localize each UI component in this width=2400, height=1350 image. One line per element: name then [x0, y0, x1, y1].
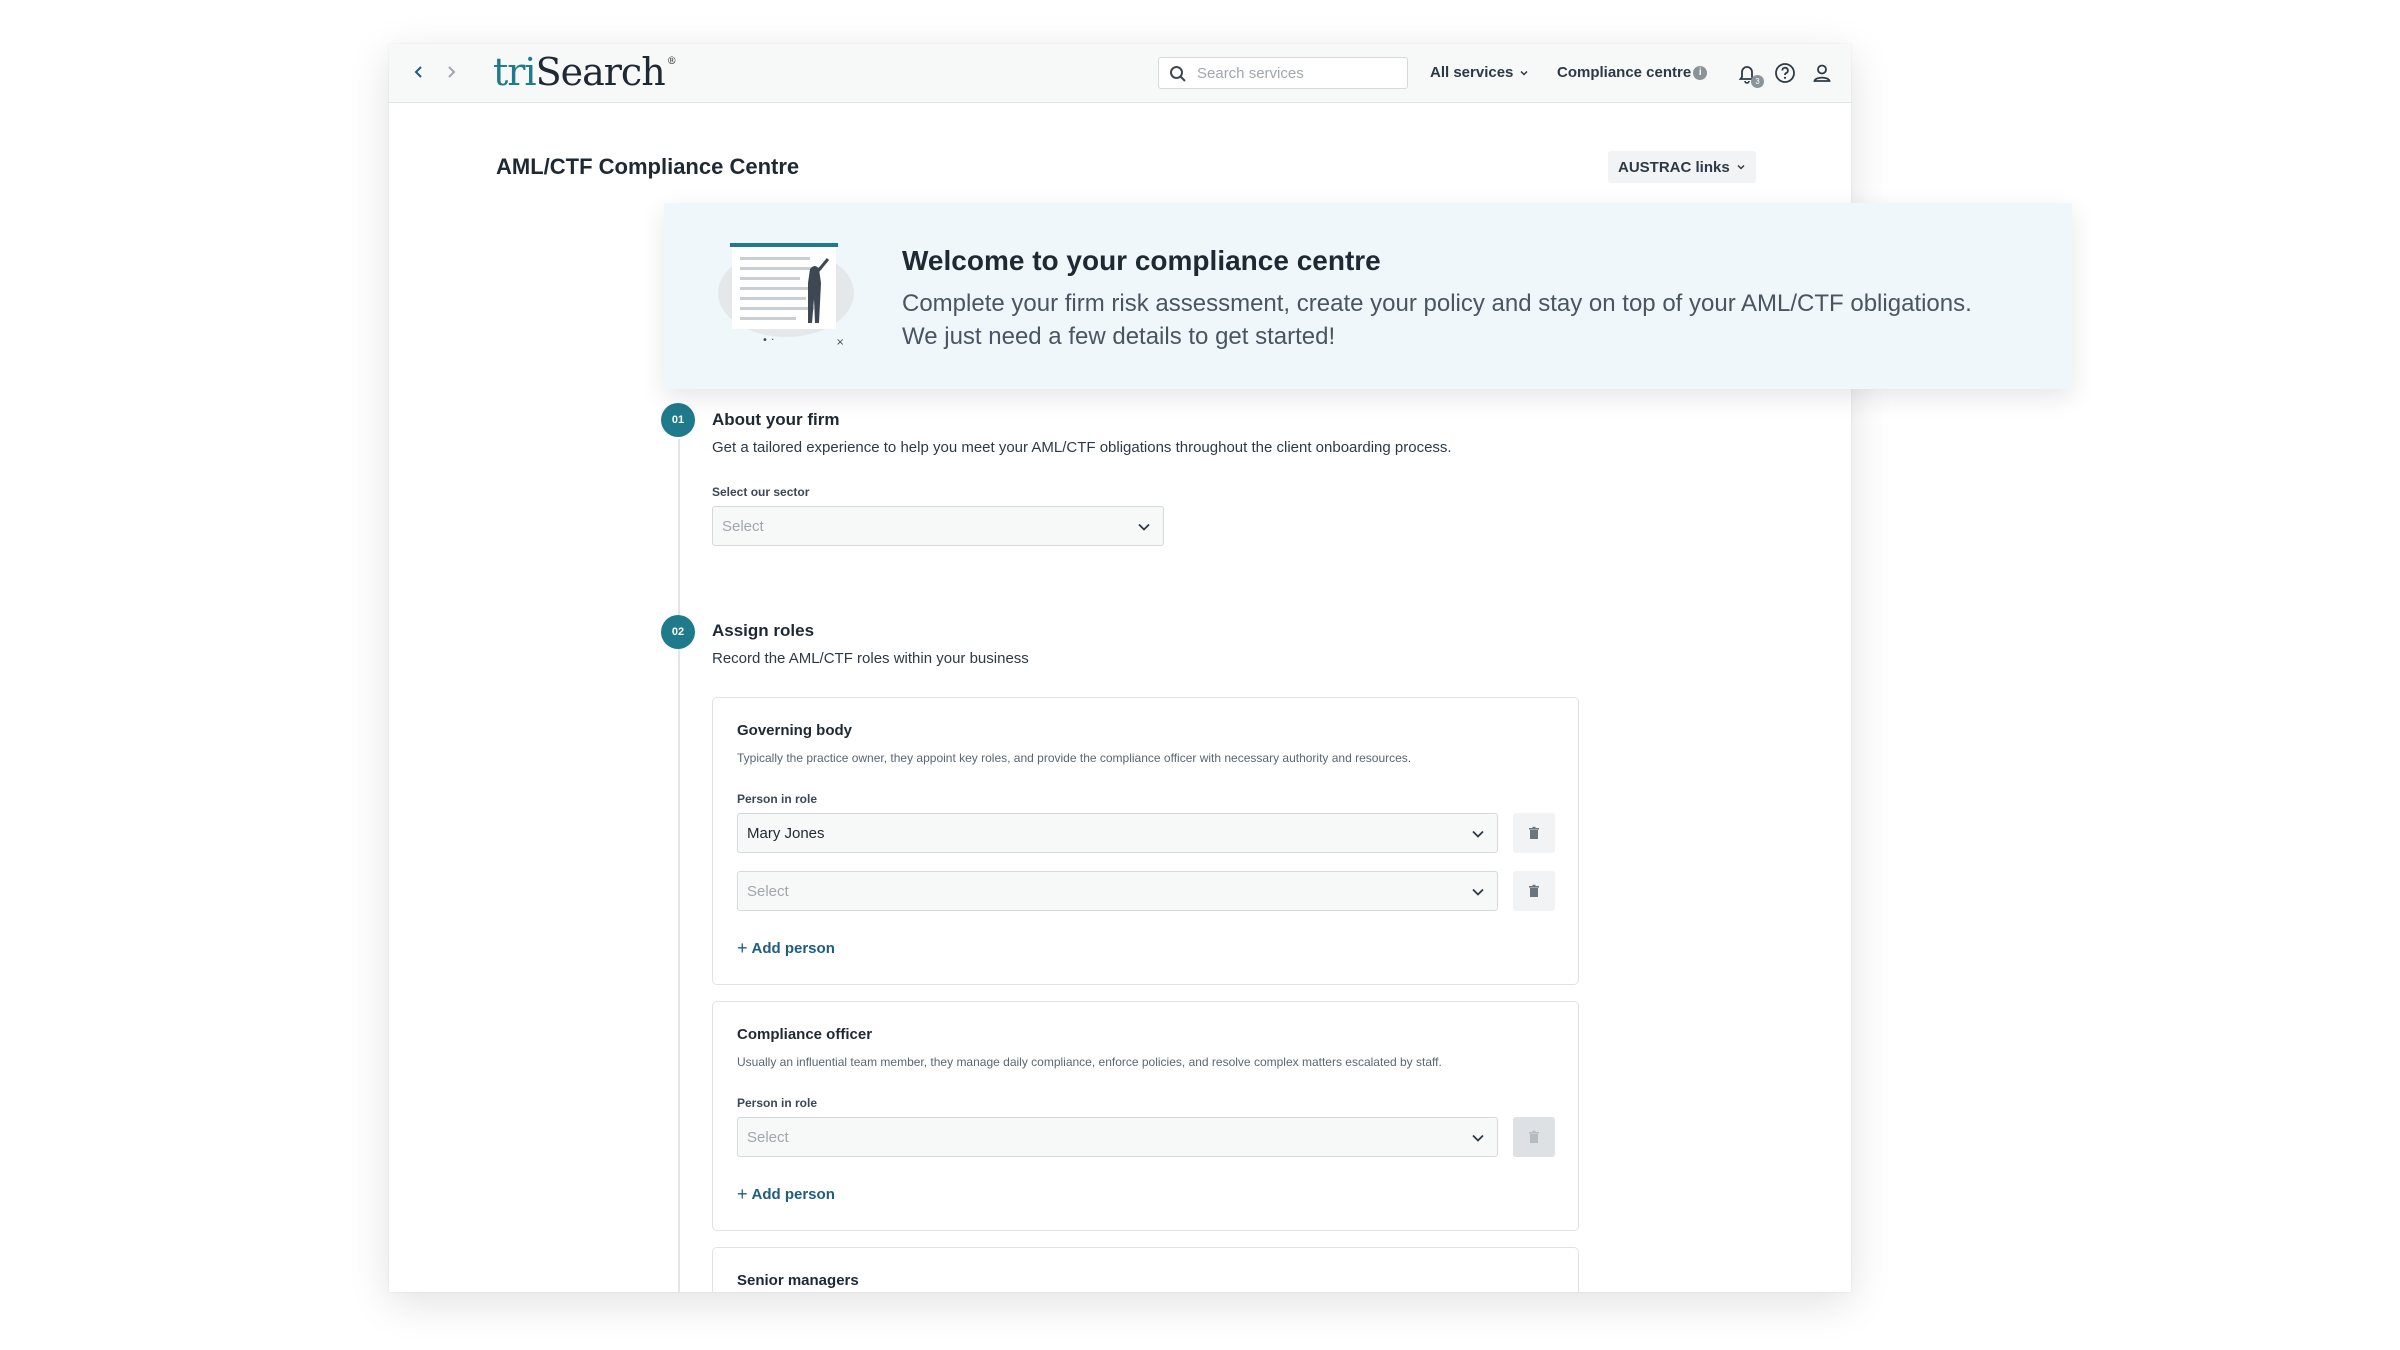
welcome-title: Welcome to your compliance centre: [902, 245, 1381, 276]
search-icon: [1170, 66, 1186, 82]
add-person-button[interactable]: + Add person: [737, 1184, 835, 1205]
add-person-button[interactable]: + Add person: [737, 938, 835, 959]
logo-main: Search: [535, 50, 666, 94]
trash-icon: [1529, 826, 1539, 839]
person-select[interactable]: Select: [737, 871, 1498, 911]
role-title: Senior managers: [737, 1272, 859, 1289]
help-icon[interactable]: [1772, 60, 1798, 86]
all-services-menu[interactable]: All services: [1430, 64, 1529, 81]
info-icon: i: [1693, 65, 1708, 80]
trisearch-logo[interactable]: triSearch ®: [493, 50, 677, 94]
search-input[interactable]: Search services: [1158, 57, 1408, 89]
role-title: Governing body: [737, 722, 853, 739]
role-description: Usually an influential team member, they…: [737, 1055, 1442, 1069]
compliance-centre-label: Compliance centre: [1557, 64, 1692, 81]
welcome-banner: • · × Welcome to your compliance centre …: [664, 203, 2072, 389]
plus-icon: +: [737, 938, 748, 958]
role-card-senior-managers: Senior managers: [712, 1247, 1579, 1292]
top-navigation-bar: triSearch ® Search services All services …: [389, 44, 1851, 103]
all-services-label: All services: [1430, 64, 1514, 81]
person-select[interactable]: Mary Jones: [737, 813, 1498, 853]
chevron-down-icon: [1520, 70, 1528, 76]
svg-text:×: ×: [836, 337, 844, 348]
user-profile-icon[interactable]: [1809, 60, 1835, 86]
role-title: Compliance officer: [737, 1026, 873, 1043]
austrac-links-dropdown[interactable]: AUSTRAC links: [1608, 151, 1756, 183]
delete-person-button[interactable]: [1513, 871, 1555, 911]
role-card-compliance-officer: Compliance officer Usually an influentia…: [712, 1001, 1579, 1231]
chevron-down-icon: [1472, 1134, 1484, 1142]
person-select-placeholder: Select: [747, 882, 789, 900]
welcome-text: Complete your firm risk assessment, crea…: [902, 287, 2002, 353]
step-2-description: Record the AML/CTF roles within your bus…: [712, 650, 1029, 667]
document-illustration-icon: • · ×: [718, 243, 854, 348]
welcome-line-1: Complete your firm risk assessment, crea…: [902, 290, 1972, 317]
plus-icon: +: [737, 1184, 748, 1204]
add-person-label: Add person: [751, 1186, 835, 1203]
logo-prefix: tri: [493, 50, 537, 94]
step-2-badge: 02: [661, 615, 695, 649]
logo-registered-mark: ®: [666, 56, 677, 67]
step-2-title: Assign roles: [712, 621, 815, 640]
trash-icon: [1529, 1130, 1539, 1143]
step-1-badge: 01: [661, 403, 695, 437]
person-select-value: Mary Jones: [747, 824, 825, 842]
notifications-bell-icon[interactable]: 3: [1734, 60, 1764, 88]
person-select-placeholder: Select: [747, 1128, 789, 1146]
role-description: Typically the practice owner, they appoi…: [737, 751, 1412, 765]
trash-icon: [1529, 884, 1539, 897]
chevron-down-icon: [1138, 523, 1150, 531]
chevron-down-icon: [1472, 830, 1484, 838]
person-in-role-label: Person in role: [737, 792, 818, 806]
delete-person-button[interactable]: [1513, 813, 1555, 853]
delete-person-button[interactable]: [1513, 1117, 1555, 1157]
austrac-links-label: AUSTRAC links: [1618, 158, 1730, 176]
add-person-label: Add person: [751, 940, 835, 957]
sector-select-placeholder: Select: [722, 517, 764, 535]
compliance-centre-link[interactable]: Compliance centre i: [1557, 64, 1708, 81]
page-title: AML/CTF Compliance Centre: [496, 154, 800, 179]
back-arrow-icon[interactable]: [405, 58, 433, 86]
search-placeholder: Search services: [1197, 64, 1304, 82]
sector-label: Select our sector: [712, 485, 810, 499]
welcome-line-2: We just need a few details to get starte…: [902, 323, 1336, 350]
person-select[interactable]: Select: [737, 1117, 1498, 1157]
step-1-title: About your firm: [712, 410, 840, 429]
step-1-description: Get a tailored experience to help you me…: [712, 439, 1452, 456]
forward-arrow-icon[interactable]: [437, 58, 465, 86]
chevron-down-icon: [1737, 164, 1745, 170]
role-card-governing-body: Governing body Typically the practice ow…: [712, 697, 1579, 985]
notification-count-badge: 3: [1751, 75, 1764, 88]
person-in-role-label: Person in role: [737, 1096, 818, 1110]
chevron-down-icon: [1472, 888, 1484, 896]
svg-text:• ·: • ·: [762, 335, 774, 346]
sector-select[interactable]: Select: [712, 506, 1164, 546]
steps-timeline-line: [678, 439, 680, 1292]
